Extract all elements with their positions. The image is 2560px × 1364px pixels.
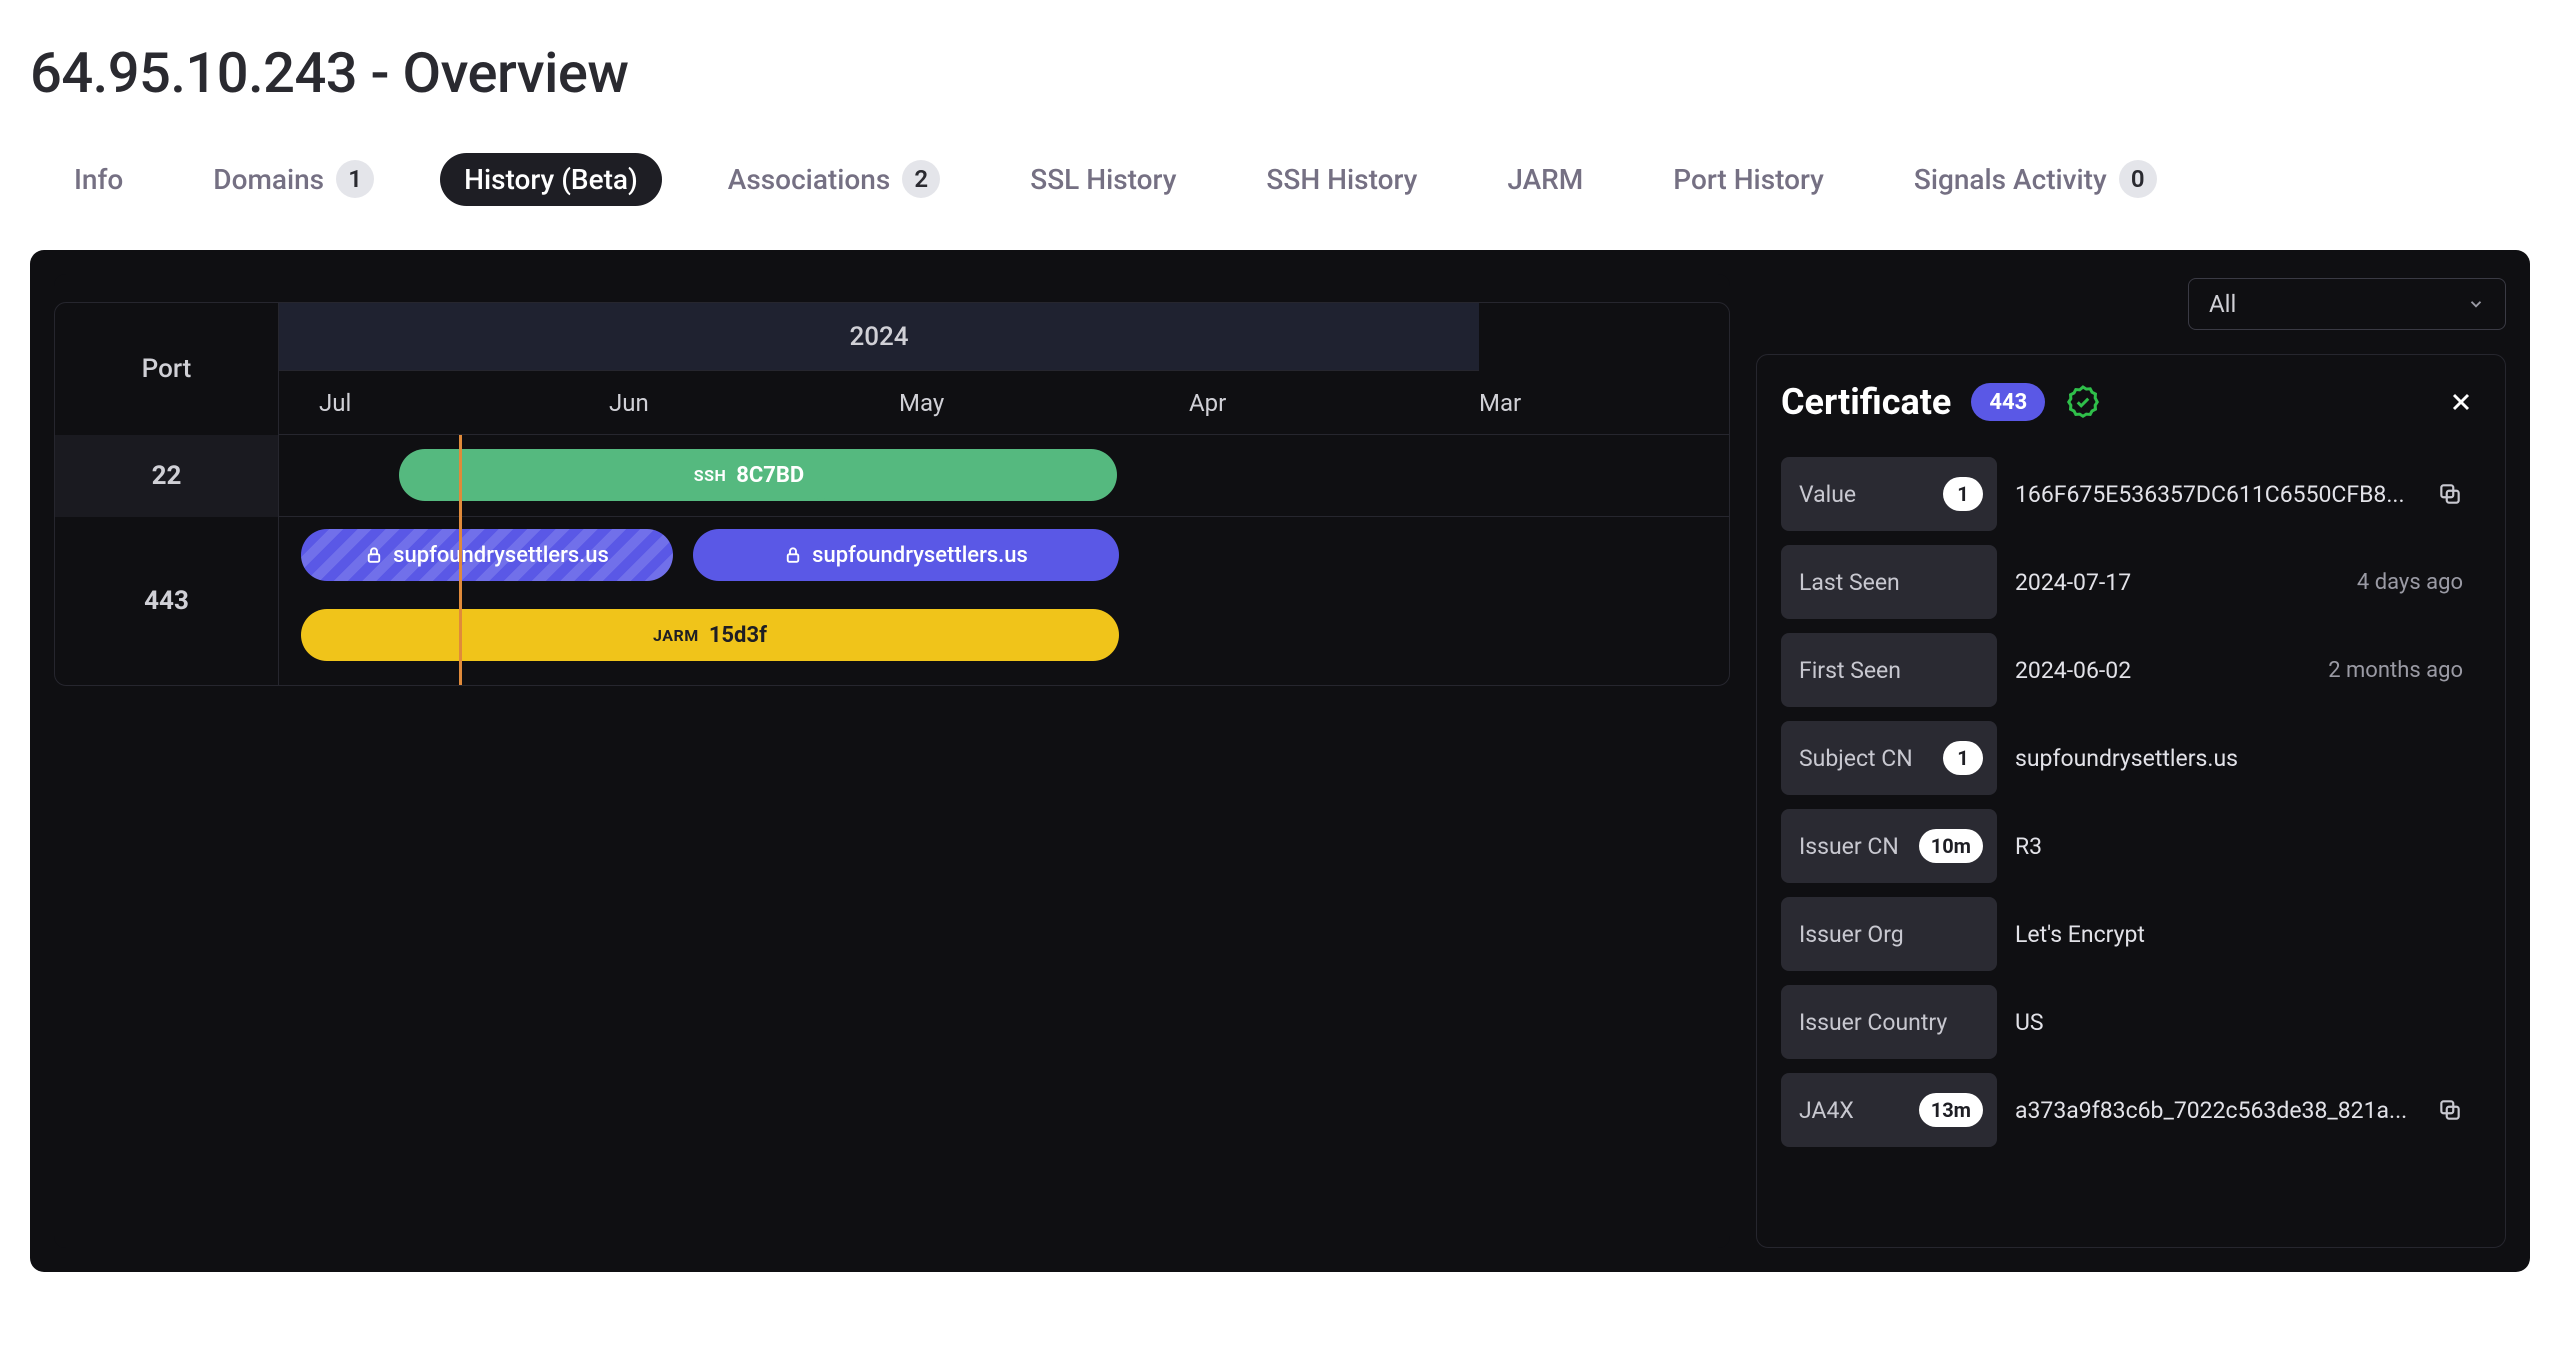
kv-badge: 1 xyxy=(1943,477,1983,511)
close-button[interactable] xyxy=(2441,382,2481,422)
kv-label: Issuer Country xyxy=(1799,1009,1947,1036)
chevron-down-icon xyxy=(2467,295,2485,313)
tab-domains[interactable]: Domains 1 xyxy=(189,150,398,208)
kv-label: Issuer Org xyxy=(1799,921,1904,948)
copy-icon[interactable] xyxy=(2437,481,2463,507)
tab-label: Domains xyxy=(213,163,324,196)
pill-notch xyxy=(817,449,825,501)
port-badge: 443 xyxy=(1971,383,2045,421)
kv-value-text: 2024-07-17 xyxy=(2015,569,2131,596)
kv-badge: 10m xyxy=(1919,829,1983,863)
year-label: 2024 xyxy=(279,303,1479,371)
kv-first-seen: First Seen 2024-06-02 2 months ago xyxy=(1781,633,2481,707)
month-label: Mar xyxy=(1439,389,1729,417)
pill-value: 15d3f xyxy=(709,623,767,648)
kv-issuer-org: Issuer Org Let's Encrypt xyxy=(1781,897,2481,971)
pill-prefix: SSH xyxy=(694,466,727,485)
kv-value-text: 166F675E536357DC611C6550CFB8... xyxy=(2015,481,2405,508)
tab-signals-activity[interactable]: Signals Activity 0 xyxy=(1890,150,2181,208)
tab-label: History (Beta) xyxy=(464,163,638,196)
filter-value: All xyxy=(2209,290,2236,318)
kv-value-text: supfoundrysettlers.us xyxy=(2015,745,2238,772)
detail-panel: All Certificate 443 Value 1 xyxy=(1756,274,2506,1248)
kv-ja4x: JA4X 13m a373a9f83c6b_7022c563de38_821a..… xyxy=(1781,1073,2481,1147)
kv-value-text: a373a9f83c6b_7022c563de38_821a... xyxy=(2015,1097,2407,1124)
copy-icon[interactable] xyxy=(2437,1097,2463,1123)
month-label: Jun xyxy=(569,389,859,417)
tab-label: Signals Activity xyxy=(1914,163,2107,196)
detail-title: Certificate xyxy=(1781,381,1951,423)
tab-port-history[interactable]: Port History xyxy=(1649,153,1848,206)
kv-value-text: Let's Encrypt xyxy=(2015,921,2145,948)
timeline-row-443: 443 supfoundrysettlers.us supfoundrysett… xyxy=(55,517,1729,685)
port-header: Port xyxy=(55,303,279,435)
port-label: 22 xyxy=(55,435,279,517)
tab-badge: 2 xyxy=(902,160,940,198)
kv-issuer-country: Issuer Country US xyxy=(1781,985,2481,1059)
lock-icon xyxy=(784,546,802,564)
tab-label: SSL History xyxy=(1030,163,1176,196)
certificate-card: Certificate 443 Value 1 166F675E536357DC6… xyxy=(1756,354,2506,1248)
kv-value: Value 1 166F675E536357DC611C6550CFB8... xyxy=(1781,457,2481,531)
tab-badge: 0 xyxy=(2119,160,2157,198)
pill-value: supfoundrysettlers.us xyxy=(812,543,1028,568)
kv-label: First Seen xyxy=(1799,657,1901,684)
kv-value-text: 2024-06-02 xyxy=(2015,657,2131,684)
kv-badge: 13m xyxy=(1919,1093,1983,1127)
tab-info[interactable]: Info xyxy=(50,153,147,206)
pill-prefix: JARM xyxy=(653,626,699,645)
jarm-pill[interactable]: JARM 15d3f xyxy=(301,609,1119,661)
verified-icon xyxy=(2065,384,2101,420)
tab-ssl-history[interactable]: SSL History xyxy=(1006,153,1200,206)
tab-label: Associations xyxy=(728,163,890,196)
kv-badge: 1 xyxy=(1943,741,1983,775)
kv-value-text: US xyxy=(2015,1009,2044,1036)
tab-ssh-history[interactable]: SSH History xyxy=(1242,153,1441,206)
timeline-panel: Port 2024 Jul Jun May Apr Mar xyxy=(54,274,1730,1248)
kv-subject-cn: Subject CN 1 supfoundrysettlers.us xyxy=(1781,721,2481,795)
tabs-bar: Info Domains 1 History (Beta) Association… xyxy=(30,150,2530,208)
month-label: Apr xyxy=(1149,389,1439,417)
timeline-row-22: 22 SSH 8C7BD xyxy=(55,435,1729,517)
kv-relative: 4 days ago xyxy=(2357,570,2463,595)
kv-value-text: R3 xyxy=(2015,833,2042,860)
pill-value: supfoundrysettlers.us xyxy=(393,543,609,568)
tab-label: Info xyxy=(74,163,123,196)
month-label: May xyxy=(859,389,1149,417)
ssl-pill[interactable]: supfoundrysettlers.us xyxy=(693,529,1119,581)
kv-label: Value xyxy=(1799,481,1856,508)
kv-last-seen: Last Seen 2024-07-17 4 days ago xyxy=(1781,545,2481,619)
pill-value: 8C7BD xyxy=(736,463,804,488)
month-label: Jul xyxy=(279,389,569,417)
tab-label: SSH History xyxy=(1266,163,1417,196)
content-panels: Port 2024 Jul Jun May Apr Mar xyxy=(30,250,2530,1272)
close-icon xyxy=(2447,388,2475,416)
kv-label: JA4X xyxy=(1799,1097,1854,1124)
now-marker xyxy=(459,435,462,685)
tab-label: Port History xyxy=(1673,163,1824,196)
kv-issuer-cn: Issuer CN 10m R3 xyxy=(1781,809,2481,883)
tab-label: JARM xyxy=(1507,163,1583,196)
tab-history[interactable]: History (Beta) xyxy=(440,153,662,206)
ssh-pill[interactable]: SSH 8C7BD xyxy=(399,449,1117,501)
tab-jarm[interactable]: JARM xyxy=(1483,153,1607,206)
page-title: 64.95.10.243 - Overview xyxy=(30,40,2530,106)
lock-icon xyxy=(365,546,383,564)
kv-label: Last Seen xyxy=(1799,569,1900,596)
months-row: Jul Jun May Apr Mar xyxy=(279,371,1729,435)
tab-badge: 1 xyxy=(336,160,374,198)
port-label: 443 xyxy=(55,517,279,685)
timeline-body: 22 SSH 8C7BD 443 xyxy=(55,435,1729,685)
ssl-pill[interactable]: supfoundrysettlers.us xyxy=(301,529,673,581)
filter-select[interactable]: All xyxy=(2188,278,2506,330)
tab-associations[interactable]: Associations 2 xyxy=(704,150,964,208)
kv-label: Issuer CN xyxy=(1799,833,1899,860)
kv-relative: 2 months ago xyxy=(2328,658,2463,683)
kv-label: Subject CN xyxy=(1799,745,1913,772)
